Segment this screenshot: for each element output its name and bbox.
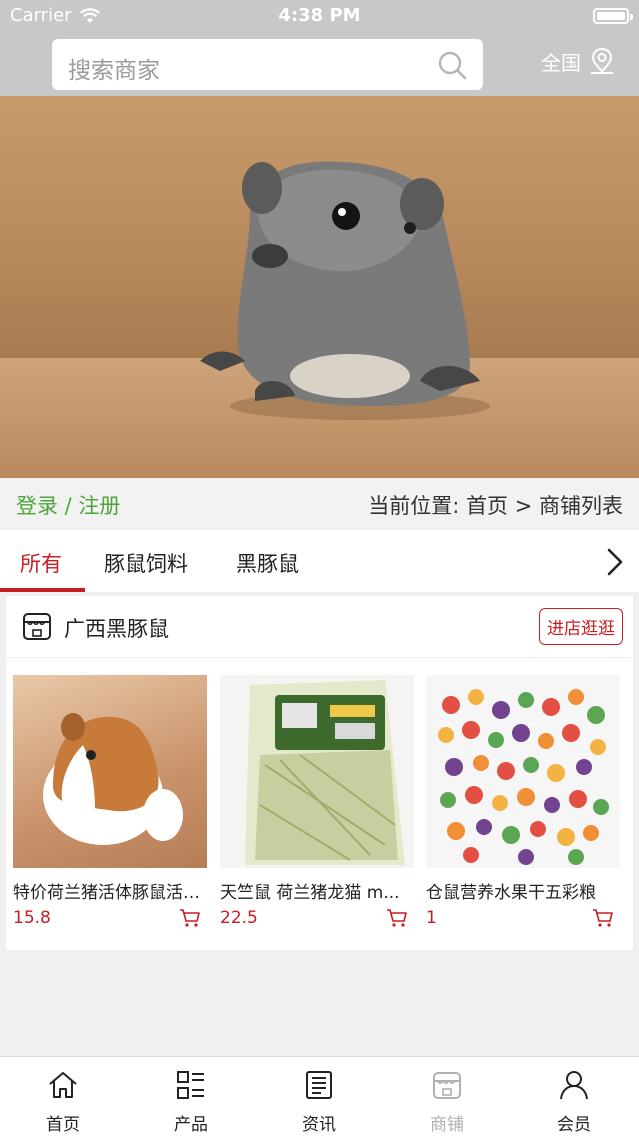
search-placeholder: 搜索商家 (68, 58, 160, 84)
shop-card: 广西黑豚鼠 进店逛逛 特价荷兰猪活体豚鼠活体天竺鼠 15.8 (6, 596, 633, 950)
product-image (426, 675, 620, 868)
breadcrumb-bar: 登录 / 注册 当前位置: 首页 > 商铺列表 (0, 478, 639, 528)
product-card[interactable]: 特价荷兰猪活体豚鼠活体天竺鼠 15.8 (13, 675, 207, 928)
battery-icon (593, 8, 633, 24)
product-price: 15.8 (13, 908, 51, 928)
visit-shop-button[interactable]: 进店逛逛 (539, 608, 623, 645)
login-register-link[interactable]: 登录 / 注册 (16, 490, 120, 520)
home-icon (49, 1072, 77, 1098)
guinea-pig-photo (200, 161, 490, 420)
nav-products[interactable]: 产品 (151, 1069, 231, 1135)
region-selector[interactable]: 全国 (541, 46, 617, 76)
product-name: 天竺鼠 荷兰猪龙猫 m... (220, 883, 400, 903)
nav-home[interactable]: 首页 (23, 1069, 103, 1135)
shop-icon (433, 1072, 461, 1099)
shop-header[interactable]: 广西黑豚鼠 进店逛逛 (6, 596, 633, 658)
nav-member[interactable]: 会员 (534, 1069, 614, 1135)
shop-name: 广西黑豚鼠 (64, 617, 169, 641)
news-icon (306, 1071, 332, 1099)
cart-icon[interactable] (386, 908, 408, 928)
nav-home-label: 首页 (46, 1115, 80, 1135)
nav-products-label: 产品 (174, 1115, 208, 1135)
product-list-icon (177, 1071, 204, 1099)
member-icon (560, 1071, 588, 1100)
cart-icon[interactable] (592, 908, 614, 928)
status-time: 4:38 PM (278, 5, 361, 26)
category-tabs: 所有 豚鼠饲料 黑豚鼠 (0, 530, 639, 592)
banner-image[interactable] (0, 96, 639, 478)
store-icon (23, 613, 51, 640)
nav-news[interactable]: 资讯 (279, 1069, 359, 1135)
product-card[interactable]: 天竺鼠 荷兰猪龙猫 m... 22.5 (220, 675, 414, 928)
cart-icon[interactable] (179, 908, 201, 928)
product-price: 22.5 (220, 908, 258, 928)
region-label: 全国 (541, 50, 581, 75)
product-card[interactable]: 仓鼠营养水果干五彩粮 1 (426, 675, 620, 928)
search-icon[interactable] (437, 50, 467, 80)
nav-shops-label: 商铺 (430, 1115, 464, 1135)
search-input[interactable]: 搜索商家 (52, 39, 483, 90)
bottom-nav: 首页 产品 资讯 商铺 会员 (0, 1056, 639, 1136)
product-name: 仓鼠营养水果干五彩粮 (426, 883, 596, 903)
top-header: Carrier 4:38 PM 搜索商家 全国 (0, 0, 639, 96)
nav-news-label: 资讯 (302, 1115, 336, 1135)
chevron-right-icon[interactable] (605, 547, 625, 577)
status-bar: Carrier 4:38 PM (0, 0, 639, 32)
tab-black-guinea-pig[interactable]: 黑豚鼠 (236, 548, 299, 578)
tab-all[interactable]: 所有 (20, 548, 62, 578)
product-image (220, 675, 414, 868)
product-image (13, 675, 207, 868)
location-pin-icon (591, 47, 613, 74)
product-name: 特价荷兰猪活体豚鼠活体天竺鼠 (13, 883, 203, 903)
tab-guinea-pig-feed[interactable]: 豚鼠饲料 (104, 548, 188, 578)
nav-member-label: 会员 (557, 1115, 591, 1135)
nav-shops[interactable]: 商铺 (407, 1069, 487, 1135)
product-price: 1 (426, 908, 437, 928)
breadcrumb: 当前位置: 首页 > 商铺列表 (368, 494, 623, 518)
tab-active-indicator (0, 588, 85, 592)
